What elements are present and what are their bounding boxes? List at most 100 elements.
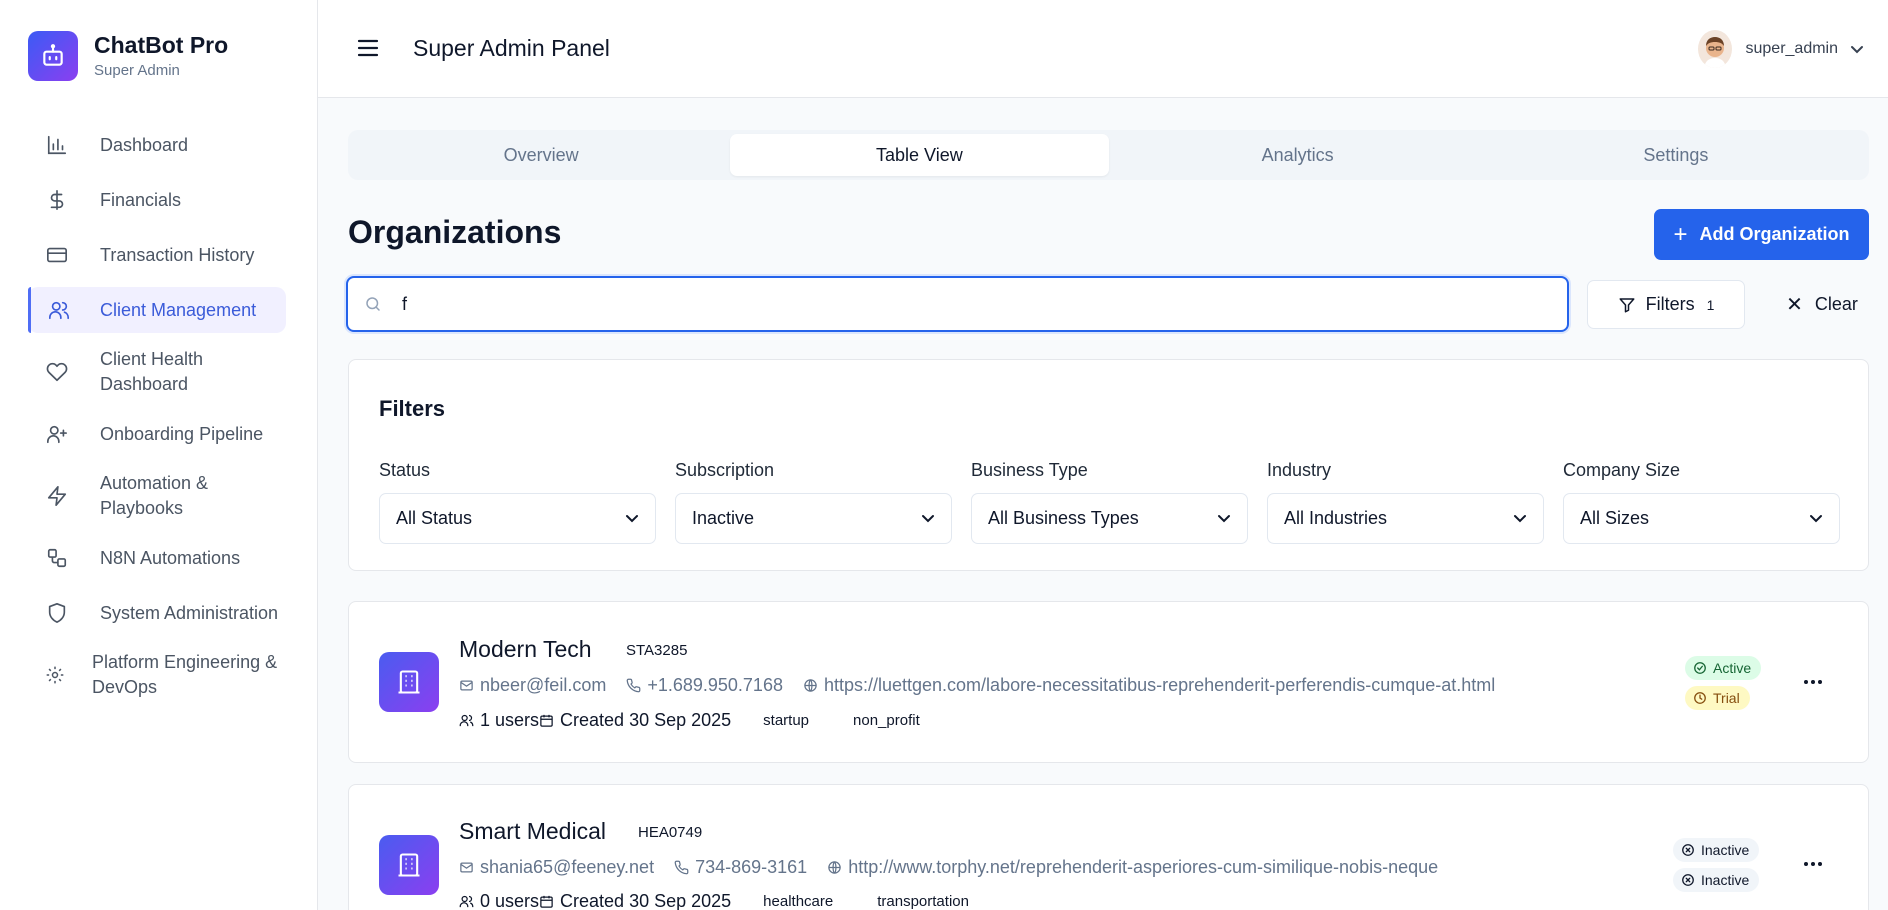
organization-card[interactable]: Smart Medical HEA0749 shania65@feeney.ne… [348, 784, 1869, 910]
tab-analytics[interactable]: Analytics [1109, 134, 1487, 176]
more-actions-icon[interactable] [1798, 667, 1828, 697]
add-organization-button[interactable]: + Add Organization [1654, 209, 1869, 260]
filter-label: Status [379, 460, 431, 480]
sidebar-item-n8n-automations[interactable]: N8N Automations [28, 535, 286, 581]
industry-tag: transportation [877, 893, 969, 910]
brand[interactable]: ChatBot Pro Super Admin [28, 31, 228, 81]
more-actions-icon[interactable] [1798, 849, 1828, 879]
shield-icon [44, 600, 70, 626]
sidebar-item-dashboard[interactable]: Dashboard [28, 122, 286, 168]
filter-subscription: Subscription Inactive [675, 459, 952, 544]
brand-subtitle: Super Admin [94, 62, 180, 79]
sidebar-item-onboarding-pipeline[interactable]: Onboarding Pipeline [28, 411, 286, 457]
filter-label: Subscription [675, 460, 775, 480]
top-header: Super Admin Panel super_admin [318, 0, 1888, 98]
menu-icon[interactable] [356, 36, 380, 60]
business-type-select[interactable]: All Business Types [971, 493, 1248, 544]
organization-meta: 0 users Created 30 Sep 2025 healthcare t… [459, 891, 969, 910]
bar-chart-icon [44, 132, 70, 158]
status-badge: Active [1685, 656, 1762, 680]
plus-icon: + [1673, 220, 1688, 248]
organization-created: Created 30 Sep 2025 [560, 710, 732, 730]
business-type-tag: healthcare [763, 893, 834, 910]
filter-label: Industry [1267, 460, 1332, 480]
select-value: Inactive [692, 508, 755, 528]
clear-button[interactable]: ✕ Clear [1772, 280, 1872, 329]
chevron-down-icon [1850, 42, 1864, 56]
robot-icon [28, 31, 78, 81]
industry-select[interactable]: All Industries [1267, 493, 1544, 544]
select-value: All Industries [1284, 508, 1388, 528]
select-value: All Status [396, 508, 473, 528]
sidebar-item-label: N8N Automations [100, 547, 241, 568]
sidebar-item-label: Client Health Dashboard [100, 349, 204, 394]
organization-name: Smart Medical [459, 818, 606, 844]
select-value: All Sizes [1580, 508, 1650, 528]
tab-settings[interactable]: Settings [1487, 134, 1865, 176]
clock-icon [1693, 691, 1707, 705]
sidebar-item-label: Client Management [100, 299, 257, 320]
filter-icon [1618, 296, 1636, 314]
organization-website[interactable]: http://www.torphy.net/reprehenderit-aspe… [848, 857, 1438, 878]
sidebar-item-label: Transaction History [100, 244, 255, 265]
status-badge: Inactive [1673, 838, 1760, 862]
status-badge-label: Inactive [1701, 842, 1750, 858]
sidebar-item-label: Platform Engineering & DevOps [92, 652, 278, 697]
subscription-select[interactable]: Inactive [675, 493, 952, 544]
subscription-badge: Trial [1685, 686, 1750, 710]
dollar-icon [44, 187, 70, 213]
chevron-down-icon [921, 514, 935, 523]
globe-icon [803, 678, 818, 693]
subscription-badge-label: Trial [1713, 690, 1740, 706]
tab-overview[interactable]: Overview [352, 134, 730, 176]
select-value: All Business Types [988, 508, 1139, 528]
tab-table-view[interactable]: Table View [730, 134, 1109, 176]
sidebar-item-label: Automation & Playbooks [100, 473, 209, 518]
organization-contact: nbeer@feil.com +1.689.950.7168 https://l… [459, 675, 1495, 696]
organization-email[interactable]: shania65@feeney.net [480, 857, 654, 878]
check-circle-icon [1693, 661, 1707, 675]
company-size-select[interactable]: All Sizes [1563, 493, 1840, 544]
filter-label: Business Type [971, 460, 1088, 480]
organization-users: 1 users [480, 710, 540, 730]
sidebar-item-platform-engineering[interactable]: Platform Engineering & DevOps [28, 645, 286, 705]
status-select[interactable]: All Status [379, 493, 656, 544]
close-icon: ✕ [1786, 294, 1803, 316]
organization-code: STA3285 [626, 642, 688, 659]
users-icon [459, 713, 474, 728]
users-icon [459, 894, 474, 909]
section-title: Organizations [348, 214, 562, 250]
building-icon [379, 652, 439, 712]
sidebar-item-transaction-history[interactable]: Transaction History [28, 232, 286, 278]
sidebar-item-client-management[interactable]: Client Management [28, 287, 286, 333]
organization-code: HEA0749 [638, 824, 703, 841]
user-menu[interactable]: super_admin [1697, 30, 1865, 68]
filters-button[interactable]: Filters 1 [1587, 280, 1745, 329]
phone-icon [674, 860, 689, 875]
organization-website[interactable]: https://luettgen.com/labore-necessitatib… [824, 675, 1495, 696]
filters-label: Filters [1645, 294, 1695, 314]
organization-card[interactable]: Modern Tech STA3285 nbeer@feil.com +1.68… [348, 601, 1869, 763]
users-icon [46, 297, 72, 323]
subscription-badge-label: Inactive [1701, 872, 1750, 888]
chevron-down-icon [1217, 514, 1231, 523]
mail-icon [459, 678, 474, 693]
filter-status: Status All Status [379, 459, 656, 544]
x-circle-icon [1681, 873, 1695, 887]
sidebar-item-financials[interactable]: Financials [28, 177, 286, 223]
organization-name: Modern Tech [459, 636, 592, 662]
sidebar-item-client-health-dashboard[interactable]: Client Health Dashboard [28, 342, 286, 402]
filter-company-size: Company Size All Sizes [1563, 459, 1840, 544]
organization-phone: 734-869-3161 [695, 857, 808, 877]
subscription-badge: Inactive [1673, 868, 1760, 892]
organization-meta: 1 users Created 30 Sep 2025 startup non_… [459, 710, 920, 731]
sidebar-item-system-administration[interactable]: System Administration [28, 590, 286, 636]
heart-icon [44, 359, 70, 385]
filters-panel: Filters Status All Status Subscription I… [348, 359, 1869, 571]
sidebar-item-automation-playbooks[interactable]: Automation & Playbooks [28, 466, 286, 526]
building-icon [379, 835, 439, 895]
organization-contact: shania65@feeney.net 734-869-3161 http://… [459, 857, 1438, 878]
organization-email[interactable]: nbeer@feil.com [480, 675, 606, 696]
sidebar: ChatBot Pro Super Admin Dashboard Financ… [0, 0, 318, 910]
search-input[interactable] [402, 293, 1502, 315]
